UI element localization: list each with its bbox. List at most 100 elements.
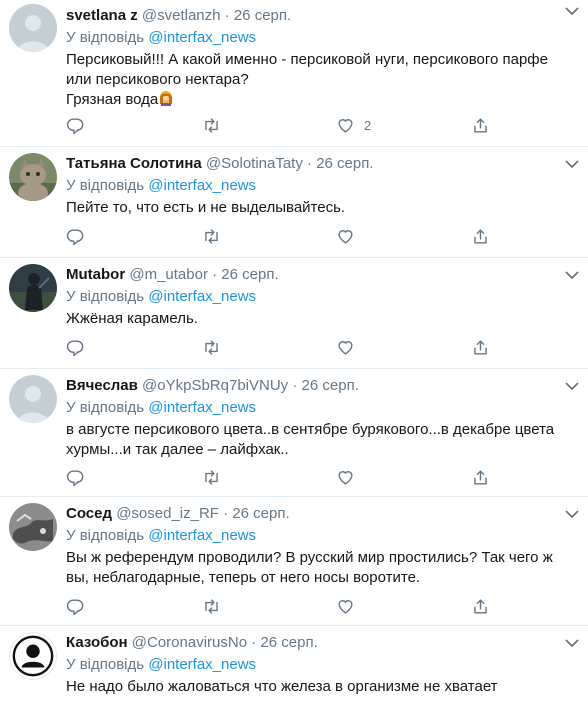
default-avatar-icon	[9, 375, 57, 423]
avatar[interactable]	[9, 632, 57, 680]
share-button[interactable]	[471, 335, 490, 359]
author-handle[interactable]: @sosed_iz_RF	[116, 505, 219, 522]
share-icon	[474, 469, 487, 485]
like-button[interactable]	[336, 224, 355, 248]
tweet-text: Пейте то, что есть и не выделывайтесь.	[66, 198, 576, 218]
woman-facepalming-emoji	[160, 91, 173, 106]
chevron-down-icon[interactable]	[564, 157, 580, 171]
tweet-date[interactable]: 26 серп.	[221, 266, 278, 283]
retweet-icon	[205, 598, 218, 614]
reply-button[interactable]	[66, 465, 85, 489]
retweet-icon	[205, 469, 218, 485]
tweet-date[interactable]: 26 серп.	[302, 377, 359, 394]
share-button[interactable]	[471, 594, 490, 618]
like-button[interactable]	[336, 335, 355, 359]
author-handle[interactable]: @CoronavirusNo	[132, 634, 247, 651]
retweet-button[interactable]	[202, 594, 221, 618]
tweet-text-line: вы, неблагодарные, теперь от него носы в…	[66, 569, 421, 586]
retweet-button[interactable]	[202, 224, 221, 248]
reply-mention-link[interactable]: @interfax_news	[148, 399, 256, 416]
share-icon	[474, 598, 487, 614]
dark-figure-avatar-icon	[9, 264, 57, 312]
avatar[interactable]	[9, 153, 57, 201]
avatar[interactable]	[9, 264, 57, 312]
author-handle[interactable]: @svetlanzh	[142, 7, 221, 24]
like-button[interactable]: 2	[336, 113, 371, 137]
tweet-text-line: Персиковый!!! А какой именно - персиково…	[66, 51, 548, 68]
author-name[interactable]: Казобон	[66, 634, 128, 651]
separator: ·	[292, 377, 298, 394]
reply-icon	[66, 339, 84, 356]
tweet-date[interactable]: 26 серп.	[232, 505, 289, 522]
retweet-icon	[205, 117, 218, 133]
reply-button[interactable]	[66, 224, 85, 248]
like-button[interactable]	[336, 465, 355, 489]
author-name[interactable]: Сосед	[66, 505, 112, 522]
reply-mention-link[interactable]: @interfax_news	[148, 29, 256, 46]
reply-prefix: У відповідь	[66, 288, 145, 305]
reply-context: У відповідь @interfax_news	[66, 655, 576, 675]
grey-map-avatar-icon	[9, 503, 57, 551]
retweet-button[interactable]	[202, 113, 221, 137]
tweet-date[interactable]: 26 серп.	[260, 634, 317, 651]
chevron-down-icon[interactable]	[564, 379, 580, 393]
reply-mention-link[interactable]: @interfax_news	[148, 527, 256, 544]
author-handle[interactable]: @oYkpSbRq7biVNUy	[142, 377, 288, 394]
author-name[interactable]: Татьяна Солотина	[66, 155, 202, 172]
like-count: 2	[364, 117, 372, 133]
avatar[interactable]	[9, 503, 57, 551]
chevron-down-icon[interactable]	[564, 268, 580, 282]
tweet-text-line: хурмы...и так далее – лайфхак..	[66, 441, 289, 458]
tweet-text: Персиковый!!! А какой именно - персиково…	[66, 50, 576, 110]
reply-icon	[66, 117, 84, 134]
retweet-button[interactable]	[202, 335, 221, 359]
avatar[interactable]	[9, 4, 57, 52]
heart-icon	[338, 340, 353, 355]
separator: ·	[224, 7, 230, 24]
tweet-text-line: Пейте то, что есть и не выделывайтесь.	[66, 199, 346, 216]
author-name[interactable]: svetlana z	[66, 7, 138, 24]
tweet-text-line: Грязная вода	[66, 90, 576, 110]
reply-context: У відповідь @interfax_news	[66, 287, 576, 307]
author-name[interactable]: Mutabor	[66, 266, 125, 283]
tweet-text: Жжёная карамель.	[66, 309, 576, 329]
tweet[interactable]: Mutabor @m_utabor · 26 серп. У відповідь…	[0, 258, 588, 369]
tweet[interactable]: Сосед @sosed_iz_RF · 26 серп. У відповід…	[0, 497, 588, 626]
reply-button[interactable]	[66, 594, 85, 618]
reply-button[interactable]	[66, 113, 85, 137]
share-icon	[474, 117, 487, 133]
reply-button[interactable]	[66, 335, 85, 359]
author-handle[interactable]: @m_utabor	[129, 266, 208, 283]
tweet[interactable]: Татьяна Солотина @SolotinaTaty · 26 серп…	[0, 147, 588, 258]
reply-mention-link[interactable]: @interfax_news	[148, 656, 256, 673]
share-icon	[474, 228, 487, 244]
share-button[interactable]	[471, 465, 490, 489]
reply-context: У відповідь @interfax_news	[66, 398, 576, 418]
reply-mention-link[interactable]: @interfax_news	[148, 177, 256, 194]
chevron-down-icon[interactable]	[564, 507, 580, 521]
tweet-date[interactable]: 26 серп.	[234, 7, 291, 24]
reply-icon	[66, 228, 84, 245]
heart-icon	[338, 599, 353, 614]
tweet[interactable]: Вячеслав @oYkpSbRq7biVNUy · 26 серп. У в…	[0, 369, 588, 497]
tweet[interactable]: Казобон @CoronavirusNo · 26 серп. У відп…	[0, 626, 588, 706]
tweet-date[interactable]: 26 серп.	[316, 155, 373, 172]
separator: ·	[223, 505, 229, 522]
retweet-button[interactable]	[202, 465, 221, 489]
share-button[interactable]	[471, 224, 490, 248]
avatar[interactable]	[9, 375, 57, 423]
chevron-down-icon[interactable]	[564, 636, 580, 650]
chevron-down-icon[interactable]	[564, 4, 580, 18]
tweet-header: Казобон @CoronavirusNo · 26 серп.	[66, 633, 576, 653]
default-avatar-icon	[9, 4, 57, 52]
share-button[interactable]	[471, 113, 490, 137]
reply-mention-link[interactable]: @interfax_news	[148, 288, 256, 305]
author-name[interactable]: Вячеслав	[66, 377, 138, 394]
tweet-text: Вы ж референдум проводили? В русский мир…	[66, 548, 576, 588]
like-button[interactable]	[336, 594, 355, 618]
separator: ·	[307, 155, 313, 172]
tweet-header: Вячеслав @oYkpSbRq7biVNUy · 26 серп.	[66, 376, 576, 396]
author-handle[interactable]: @SolotinaTaty	[206, 155, 303, 172]
tweet-text-line: в августе персикового цвета..в сентябре …	[66, 421, 555, 438]
tweet[interactable]: svetlana z @svetlanzh · 26 серп. У відпо…	[0, 0, 588, 147]
